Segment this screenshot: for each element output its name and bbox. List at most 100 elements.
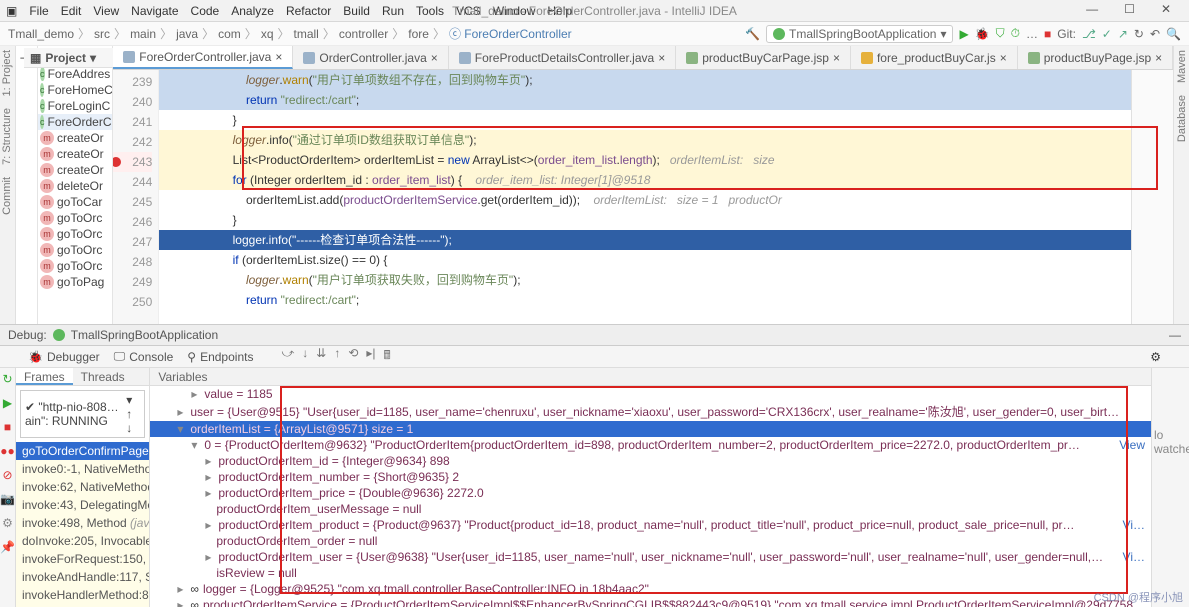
tab[interactable]: productBuyPage.jsp ×	[1018, 46, 1173, 69]
mute-icon[interactable]: ⊘	[2, 468, 12, 482]
menu-refactor[interactable]: Refactor	[286, 4, 331, 18]
window-title: Tmall_demo - ForeOrderController.java - …	[452, 4, 737, 18]
endpoints-tab[interactable]: ⚲ Endpoints	[187, 350, 253, 364]
settings-icon[interactable]: ⚙	[1150, 350, 1161, 364]
step-over-icon[interactable]: ⤻	[281, 346, 294, 367]
commit-tool-button[interactable]: Commit	[1, 177, 13, 215]
tab[interactable]: fore_productBuyCar.js ×	[851, 46, 1018, 69]
stack-frame[interactable]: invokeForRequest:150, InvocableHandlerMe…	[16, 550, 149, 568]
tab[interactable]: ForeProductDetailsController.java ×	[449, 46, 676, 69]
crumb[interactable]: tmall	[294, 27, 319, 41]
thread-dump-icon[interactable]: 📷	[0, 492, 15, 506]
search-icon[interactable]: 🔍	[1166, 27, 1181, 41]
watermark: CSDN @程序小旭	[1094, 589, 1183, 605]
close-button[interactable]: ✕	[1161, 2, 1171, 16]
evaluate-icon[interactable]: 🖩	[384, 346, 391, 367]
resume-icon[interactable]: ▶	[3, 396, 12, 410]
stack-frame[interactable]: invokeHandlerMethod:895, RequestMappingH…	[16, 586, 149, 604]
crumb[interactable]: fore	[408, 27, 429, 41]
crumb[interactable]: java	[176, 27, 198, 41]
threads-tab[interactable]: Threads	[73, 368, 133, 385]
git-push-icon[interactable]: ↗	[1118, 27, 1128, 41]
database-tool-button[interactable]: Database	[1176, 95, 1188, 142]
editor-tabs: ForeOrderController.java × OrderControll…	[113, 46, 1173, 70]
stop-button[interactable]: ■	[1044, 27, 1051, 41]
run-to-cursor-icon[interactable]: ▸|	[366, 346, 375, 367]
stack-frame[interactable]: invokeAndHandle:117, ServletInvocableHan…	[16, 568, 149, 586]
call-stack[interactable]: goToOrderConfirmPageByCart:247, ForeOrde…	[16, 442, 149, 607]
navigation-bar: Tmall_demo〉 src〉 main〉 java〉 com〉 xq〉 tm…	[0, 22, 1189, 46]
menu-edit[interactable]: Edit	[61, 4, 82, 18]
stack-frame[interactable]: handleInternal:808, RequestMappingHandle…	[16, 604, 149, 607]
debug-button[interactable]: 🐞	[975, 27, 990, 41]
crumb[interactable]: src	[94, 27, 110, 41]
left-tool-strip: 1: Project 7: Structure Commit	[0, 46, 16, 324]
thread-selector[interactable]: ✔ "http-nio-808…ain": RUNNING▾ ↑ ↓	[20, 390, 145, 438]
variables-tree[interactable]: ▸value = 1185 ▸user = {User@9515} "User{…	[150, 386, 1151, 607]
minimap[interactable]	[1131, 70, 1173, 324]
minimize-icon[interactable]: —	[1169, 328, 1181, 342]
crumb[interactable]: main	[130, 27, 156, 41]
debugger-tab[interactable]: 🐞 Debugger	[28, 350, 100, 364]
step-out-icon[interactable]: ↑	[334, 346, 340, 367]
git-revert-icon[interactable]: ↶	[1150, 27, 1160, 41]
run-config-selector[interactable]: TmallSpringBootApplication ▾	[766, 25, 953, 43]
editor: ForeOrderController.java × OrderControll…	[113, 46, 1173, 324]
crumb[interactable]: xq	[261, 27, 274, 41]
maven-tool-button[interactable]: Maven	[1176, 50, 1188, 83]
maximize-button[interactable]: ☐	[1124, 2, 1135, 16]
crumb-class[interactable]: ⓒ ForeOrderController	[449, 25, 572, 42]
watches-label[interactable]: lo watche	[1151, 368, 1189, 607]
tab[interactable]: productBuyCarPage.jsp ×	[676, 46, 851, 69]
run-button[interactable]: ▶	[959, 27, 968, 41]
menu-code[interactable]: Code	[191, 4, 220, 18]
code-area[interactable]: logger.warn("用户订单项数组不存在，回到购物车页"); return…	[159, 70, 1131, 324]
rerun-icon[interactable]: ↻	[2, 372, 12, 386]
console-tab[interactable]: 🖵 Console	[114, 349, 174, 364]
breakpoints-icon[interactable]: ●●	[0, 444, 15, 458]
tab[interactable]: ForeOrderController.java ×	[113, 46, 293, 69]
stack-frame[interactable]: goToOrderConfirmPageByCart:247, ForeOrde…	[16, 442, 149, 460]
force-step-into-icon[interactable]: ⇊	[316, 346, 326, 367]
pin-icon[interactable]: 📌	[0, 540, 15, 554]
menu-analyze[interactable]: Analyze	[231, 4, 274, 18]
crumb[interactable]: com	[218, 27, 241, 41]
git-label: Git:	[1057, 27, 1076, 41]
frames-tab[interactable]: Frames	[16, 368, 73, 385]
git-history-icon[interactable]: ↻	[1134, 27, 1144, 41]
git-branch-icon[interactable]: ⎇	[1082, 27, 1096, 41]
crumb[interactable]: Tmall_demo	[8, 27, 74, 41]
minimize-button[interactable]: —	[1086, 2, 1098, 16]
stack-frame[interactable]: invoke:62, NativeMethodAccessorImpl (sun…	[16, 478, 149, 496]
menu-view[interactable]: View	[93, 4, 119, 18]
project-tool-button[interactable]: 1: Project	[1, 50, 13, 96]
variables-header: Variables	[150, 368, 1151, 386]
build-icon[interactable]: 🔨	[745, 27, 760, 41]
gutter[interactable]: 239240241 242243244 245246247 248249250	[113, 70, 159, 324]
structure-tool-button[interactable]: 7: Structure	[1, 108, 13, 165]
menu-navigate[interactable]: Navigate	[131, 4, 178, 18]
debug-label: Debug:	[8, 328, 47, 342]
git-update-icon[interactable]: ✓	[1102, 27, 1112, 41]
stack-frame[interactable]: invoke:43, DelegatingMethodAccessorImpl …	[16, 496, 149, 514]
menu-run[interactable]: Run	[382, 4, 404, 18]
debug-config: TmallSpringBootApplication	[71, 328, 218, 342]
menu-tools[interactable]: Tools	[416, 4, 444, 18]
menu-file[interactable]: File	[29, 4, 48, 18]
stack-frame[interactable]: invoke0:-1, NativeMethodAccessorImpl (su…	[16, 460, 149, 478]
coverage-button[interactable]: ⛉	[996, 26, 1005, 41]
menu-bar: ▣ File Edit View Navigate Code Analyze R…	[0, 0, 1189, 22]
tab[interactable]: OrderController.java ×	[293, 46, 448, 69]
stop-icon[interactable]: ■	[4, 420, 11, 434]
attach-button[interactable]: …	[1026, 27, 1038, 41]
step-into-icon[interactable]: ↓	[302, 346, 308, 367]
crumb[interactable]: controller	[339, 27, 388, 41]
project-collapse[interactable]: —	[16, 46, 38, 324]
gear-icon[interactable]: ⚙	[2, 516, 13, 530]
stack-frame[interactable]: invoke:498, Method (java.lang.reflect)	[16, 514, 149, 532]
project-tree[interactable]: cForeAddres cForeHomeC cForeLoginC cFore…	[38, 46, 113, 324]
profile-button[interactable]: ⏱	[1011, 26, 1020, 41]
menu-build[interactable]: Build	[343, 4, 370, 18]
stack-frame[interactable]: doInvoke:205, InvocableHandlerMethod (or…	[16, 532, 149, 550]
drop-frame-icon[interactable]: ⟲	[348, 346, 358, 367]
